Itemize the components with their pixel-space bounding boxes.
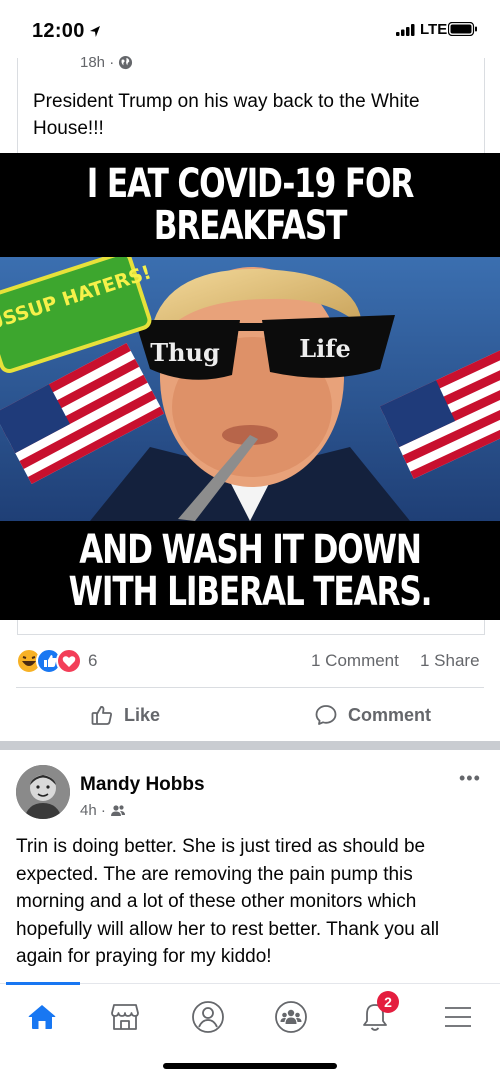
menu-icon <box>445 1007 471 1027</box>
status-time: 12:00 <box>32 20 101 43</box>
shared-post-text: President Trump on his way back to the W… <box>33 91 420 139</box>
like-label: Like <box>124 704 161 725</box>
nav-profile[interactable] <box>188 997 228 1037</box>
nav-menu[interactable] <box>438 997 478 1037</box>
divider <box>16 687 484 688</box>
avatar-image <box>16 765 70 819</box>
reaction-count: 6 <box>88 651 98 670</box>
like-button[interactable]: Like <box>90 698 160 732</box>
love-reaction-icon <box>56 648 82 674</box>
active-tab-indicator <box>6 982 80 985</box>
status-bar: 12:00 LTE <box>0 0 500 58</box>
location-arrow-icon <box>89 26 100 37</box>
comment-label: Comment <box>348 704 432 725</box>
comments-count-link[interactable]: 1 Comment <box>311 651 399 671</box>
thumbs-up-icon <box>91 706 112 725</box>
profile-icon <box>192 1001 224 1033</box>
groups-icon <box>275 1001 307 1033</box>
friends-audience-icon <box>110 805 125 816</box>
avatar[interactable] <box>16 765 70 819</box>
post-author[interactable]: Mandy Hobbs <box>80 774 205 796</box>
more-options-button[interactable]: ••• <box>459 768 481 789</box>
home-indicator <box>163 1063 337 1069</box>
shares-count-link[interactable]: 1 Share <box>420 651 480 671</box>
meme-top-caption: I EAT COVID-19 FOR BREAKFAST <box>86 161 415 249</box>
glasses-left-text: Thug <box>150 338 220 367</box>
nav-home[interactable] <box>22 997 62 1037</box>
network-type: LTE <box>420 21 448 38</box>
meme-top-band: I EAT COVID-19 FOR BREAKFAST <box>0 153 500 257</box>
comment-icon <box>315 705 337 725</box>
nav-groups[interactable] <box>271 997 311 1037</box>
nav-marketplace[interactable] <box>105 997 145 1037</box>
notifications-badge: 2 <box>377 991 399 1013</box>
meme-photo: Thug Life WUSSUP HATERS! <box>0 257 500 521</box>
post-meta: 4h · <box>80 802 126 819</box>
comment-button[interactable]: Comment <box>314 698 431 732</box>
meme-image[interactable]: I EAT COVID-19 FOR BREAKFAST Thug Life W… <box>0 153 500 620</box>
globe-icon <box>119 55 133 70</box>
signal-icon <box>396 24 415 36</box>
meme-bottom-caption: AND WASH IT DOWN WITH LIBERAL TEARS. <box>68 527 433 615</box>
meme-bottom-band: AND WASH IT DOWN WITH LIBERAL TEARS. <box>0 521 500 620</box>
nav-notifications[interactable]: 2 <box>355 991 399 1037</box>
battery-icon <box>448 22 477 36</box>
shared-post-meta: 18h · <box>80 54 133 71</box>
post-text: Trin is doing better. She is just tired … <box>16 836 440 967</box>
glasses-right-text: Life <box>299 334 351 363</box>
post-separator <box>0 741 500 750</box>
marketplace-icon <box>111 1004 139 1030</box>
home-icon <box>28 1005 56 1029</box>
